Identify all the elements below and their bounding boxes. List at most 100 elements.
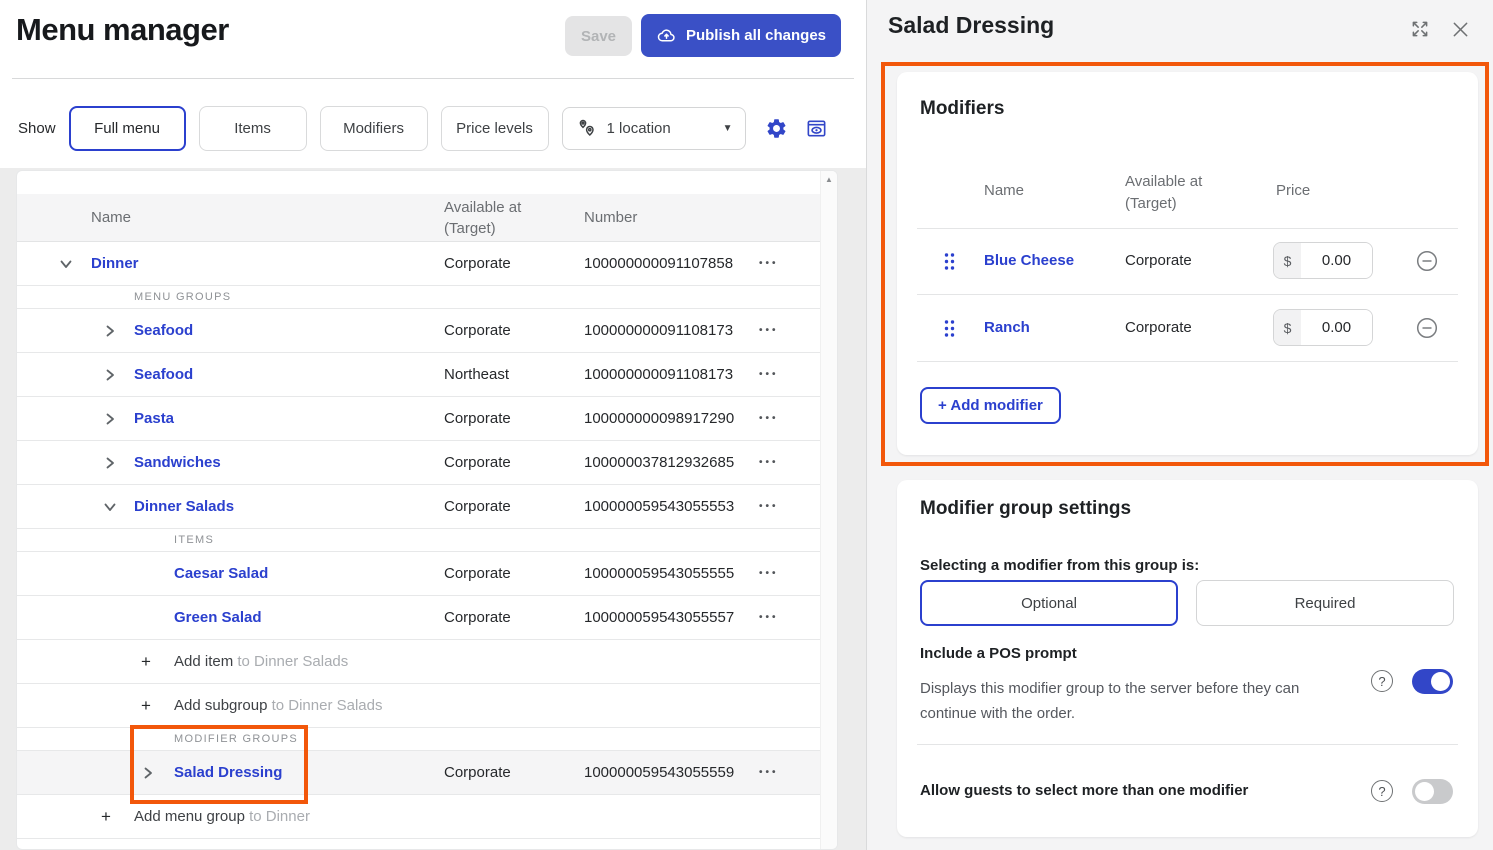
- modifier-available-at: Corporate: [1125, 295, 1192, 361]
- drag-handle-icon[interactable]: [943, 252, 956, 274]
- multi-select-toggle[interactable]: [1412, 779, 1453, 804]
- chevron-right-icon[interactable]: [141, 766, 155, 780]
- menu-entity-link[interactable]: Seafood: [134, 309, 193, 353]
- chevron-down-icon[interactable]: [59, 257, 73, 271]
- table-row-caesar-salad[interactable]: Caesar Salad Corporate 100000059543055555 •…: [17, 552, 820, 596]
- remove-modifier-button[interactable]: [1415, 249, 1439, 276]
- location-dropdown[interactable]: 1 location ▼: [562, 107, 746, 150]
- menu-entity-link[interactable]: Salad Dressing: [174, 751, 282, 795]
- menu-entity-link[interactable]: Sandwiches: [134, 441, 221, 485]
- table-row-seafood[interactable]: SeafoodCorporate100000000091108173•••: [17, 309, 820, 353]
- menu-entity-link[interactable]: Caesar Salad: [174, 552, 268, 596]
- row-actions-button[interactable]: •••: [759, 353, 779, 397]
- row-actions-button[interactable]: •••: [759, 242, 779, 286]
- menu-table-header: Name Available at (Target) Number: [17, 194, 820, 242]
- toggle-knob: [1431, 672, 1450, 691]
- menu-entity-link[interactable]: Dinner Salads: [134, 485, 234, 529]
- add-action-target: to Dinner: [245, 808, 310, 825]
- multi-select-help-icon[interactable]: ?: [1371, 780, 1393, 802]
- row-actions-button[interactable]: •••: [759, 397, 779, 441]
- add-item-link[interactable]: Add item to Dinner Salads: [174, 640, 348, 684]
- number-value: 100000000098917290: [584, 397, 734, 441]
- column-header-name: Name: [91, 194, 131, 242]
- plus-icon: +: [141, 640, 151, 684]
- row-actions-button[interactable]: •••: [759, 309, 779, 353]
- menu-entity-link[interactable]: Seafood: [134, 353, 193, 397]
- pos-prompt-description: Displays this modifier group to the serv…: [920, 676, 1316, 726]
- header-divider: [12, 78, 854, 79]
- number-value: 100000059543055559: [584, 751, 734, 795]
- add-action-row[interactable]: +Add menu group to Dinner: [17, 795, 820, 839]
- chevron-right-icon[interactable]: [103, 412, 117, 426]
- option-optional[interactable]: Optional: [920, 580, 1178, 626]
- drag-handle-icon[interactable]: [943, 319, 956, 341]
- row-actions-button[interactable]: •••: [759, 441, 779, 485]
- number-value: 100000000091107858: [584, 242, 733, 286]
- table-row-seafood[interactable]: SeafoodNortheast100000000091108173•••: [17, 353, 820, 397]
- toggle-knob: [1415, 782, 1434, 801]
- available-at-value: Corporate: [444, 397, 511, 441]
- row-actions-button[interactable]: •••: [759, 596, 779, 640]
- publish-all-changes-button[interactable]: Publish all changes: [641, 14, 841, 57]
- row-actions-button[interactable]: •••: [759, 485, 779, 529]
- available-at-value: Corporate: [444, 552, 511, 596]
- chevron-down-icon[interactable]: [103, 500, 117, 514]
- modifier-row-blue-cheese: Blue CheeseCorporate$: [897, 228, 1478, 294]
- table-row-green-salad[interactable]: Green SaladCorporate100000059543055557••…: [17, 596, 820, 640]
- close-panel-button[interactable]: [1447, 16, 1473, 42]
- filter-tab-full-menu[interactable]: Full menu: [69, 106, 186, 151]
- filter-tab-price-levels[interactable]: Price levels: [441, 106, 549, 151]
- location-pin-icon: [575, 117, 599, 141]
- available-at-value: Northeast: [444, 353, 509, 397]
- price-input[interactable]: [1301, 310, 1372, 345]
- price-input-group: $: [1273, 242, 1373, 279]
- divider: [917, 744, 1458, 745]
- modifier-name-link[interactable]: Blue Cheese: [984, 228, 1074, 294]
- table-row-sandwiches[interactable]: SandwichesCorporate100000037812932685•••: [17, 441, 820, 485]
- menu-entity-link[interactable]: Green Salad: [174, 596, 262, 640]
- expand-panel-button[interactable]: [1407, 16, 1433, 42]
- currency-symbol: $: [1274, 243, 1301, 278]
- add-menu-group-link[interactable]: Add menu group to Dinner: [134, 795, 310, 839]
- section-label-menu-groups: MENU GROUPS: [134, 286, 231, 309]
- table-row-salad-dressing[interactable]: Salad Dressing Corporate 10000005954305555…: [17, 751, 820, 795]
- chevron-right-icon[interactable]: [103, 324, 117, 338]
- window-eye-preview-icon: [805, 117, 828, 140]
- pos-prompt-toggle[interactable]: [1412, 669, 1453, 694]
- save-button[interactable]: Save: [565, 16, 632, 56]
- filter-tab-items[interactable]: Items: [199, 106, 307, 151]
- menu-entity-link[interactable]: Dinner: [91, 242, 139, 286]
- menu-manager-screen: Menu manager Save Publish all changes Sh…: [0, 0, 1493, 850]
- number-value: 100000059543055555: [584, 552, 734, 596]
- add-modifier-button[interactable]: + Add modifier: [920, 387, 1061, 424]
- preview-button[interactable]: [802, 114, 832, 144]
- row-actions-button[interactable]: •••: [759, 552, 779, 596]
- modifier-name-link[interactable]: Ranch: [984, 295, 1030, 361]
- vertical-scrollbar[interactable]: ▲: [820, 171, 837, 849]
- pos-prompt-help-icon[interactable]: ?: [1371, 670, 1393, 692]
- chevron-right-icon[interactable]: [103, 368, 117, 382]
- settings-gear-button[interactable]: [762, 114, 792, 144]
- view-tabs: Full menu Items Modifiers Price levels: [69, 106, 562, 151]
- add-action-row[interactable]: + Add item to Dinner Salads: [17, 640, 820, 684]
- location-dropdown-value: 1 location: [607, 120, 671, 137]
- modifiers-card-title: Modifiers: [920, 98, 1004, 120]
- table-row-pasta[interactable]: Pasta Corporate 100000000098917290 •••: [17, 397, 820, 441]
- add-subgroup-link[interactable]: Add subgroup to Dinner Salads: [174, 684, 382, 728]
- chevron-right-icon[interactable]: [103, 456, 117, 470]
- menu-entity-link[interactable]: Pasta: [134, 397, 174, 441]
- multi-select-title: Allow guests to select more than one mod…: [920, 782, 1360, 799]
- option-required[interactable]: Required: [1196, 580, 1454, 626]
- section-label-row: MENU GROUPS: [17, 286, 820, 309]
- price-input[interactable]: [1301, 243, 1372, 278]
- gear-icon: [765, 117, 788, 140]
- available-at-value: Corporate: [444, 751, 511, 795]
- remove-modifier-button[interactable]: [1415, 316, 1439, 343]
- scroll-up-icon[interactable]: ▲: [821, 175, 837, 184]
- table-row-dinner[interactable]: DinnerCorporate100000000091107858•••: [17, 242, 820, 286]
- modifier-column-name: Name: [984, 182, 1024, 199]
- table-row-dinner-salads[interactable]: Dinner SaladsCorporate100000059543055553…: [17, 485, 820, 529]
- filter-tab-modifiers[interactable]: Modifiers: [320, 106, 428, 151]
- row-actions-button[interactable]: •••: [759, 751, 779, 795]
- add-action-row[interactable]: +Add subgroup to Dinner Salads: [17, 684, 820, 728]
